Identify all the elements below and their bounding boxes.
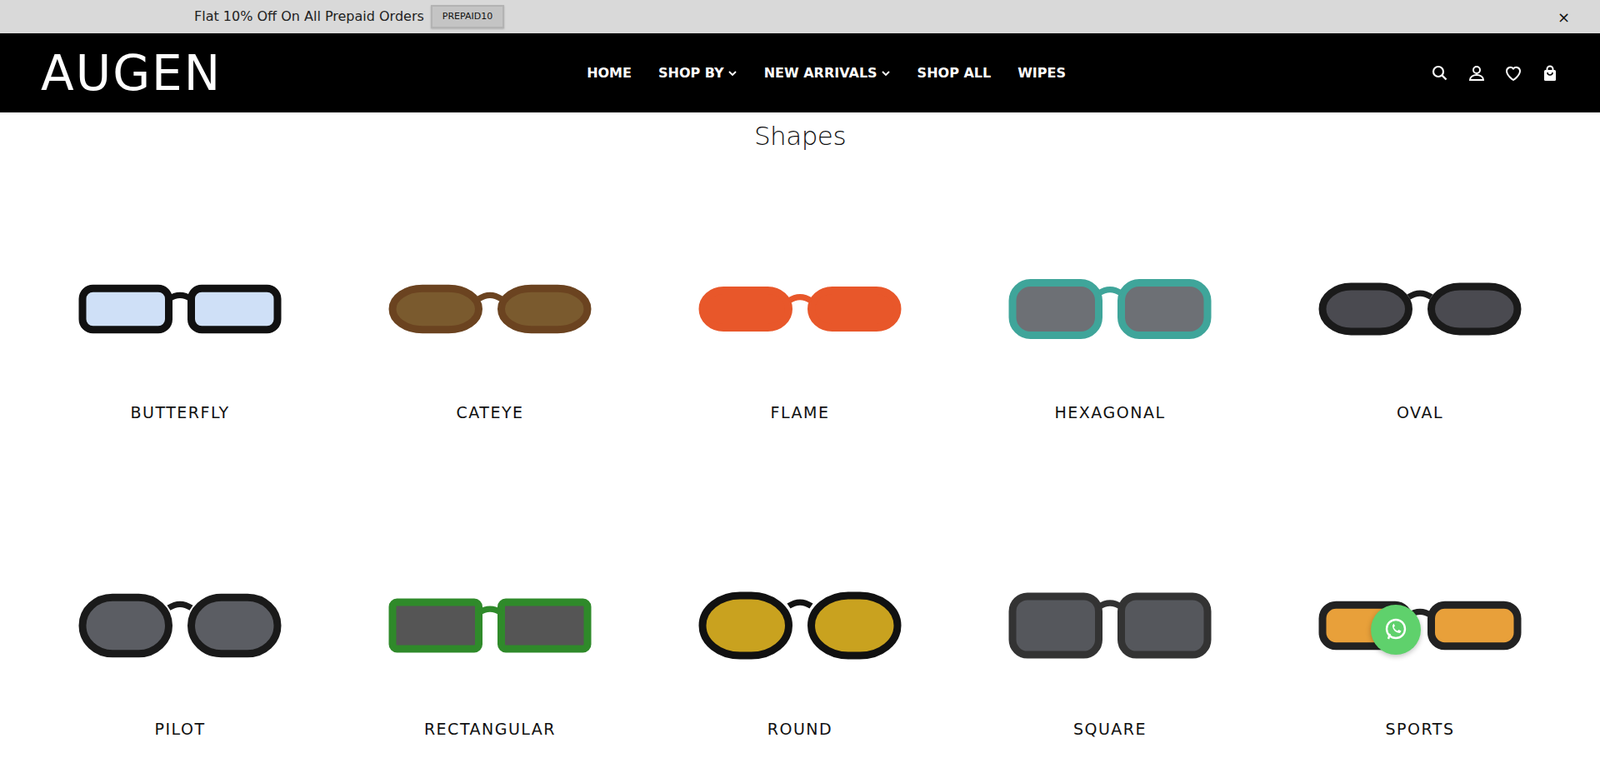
shape-label: FLAME [770, 400, 830, 425]
shape-card[interactable]: BUTTERFLY [25, 171, 335, 489]
page-heading: Shapes [0, 120, 1600, 152]
close-button[interactable]: × [1552, 5, 1575, 30]
shape-label: BUTTERFLY [130, 400, 230, 425]
sunglasses-image [335, 171, 645, 368]
sunglasses-image [955, 488, 1265, 685]
nav-label: SHOP ALL [917, 63, 992, 84]
shape-label: SQUARE [1073, 717, 1147, 742]
search-icon[interactable] [1430, 64, 1450, 83]
chevron-down-icon [727, 68, 738, 79]
user-icon[interactable] [1467, 64, 1486, 83]
announcement-bar: Flat 10% Off On All Prepaid OrdersPREPAI… [0, 0, 1600, 34]
shape-grid: BUTTERFLY CATEYE FLAME HEXAGONAL OVAL PILOT RE… [0, 171, 1600, 758]
sunglasses-image [645, 171, 955, 368]
heart-icon[interactable] [1504, 64, 1523, 83]
shape-label: SPORTS [1385, 717, 1455, 742]
nav-label: HOME [586, 63, 632, 84]
shape-card[interactable]: HEXAGONAL [955, 171, 1265, 489]
nav-menu: HOME SHOP BY NEW ARRIVALS SHOP ALL WIPES [586, 63, 1066, 84]
chevron-down-icon [880, 68, 891, 79]
bag-icon[interactable] [1540, 64, 1560, 83]
nav-icons [1430, 64, 1560, 83]
shape-label: CATEYE [455, 400, 524, 425]
whatsapp-icon[interactable] [1370, 605, 1421, 655]
nav-link[interactable]: SHOP BY [658, 63, 738, 84]
sunglasses-image [25, 171, 335, 368]
sunglasses-image [645, 488, 955, 685]
nav-link[interactable]: SHOP ALL [917, 63, 992, 84]
shape-label: ROUND [767, 717, 833, 742]
nav-link[interactable]: WIPES [1017, 63, 1066, 84]
shape-card[interactable]: FLAME [645, 171, 955, 489]
shape-card[interactable]: ROUND [645, 488, 955, 758]
shape-label: RECTANGULAR [424, 717, 556, 742]
coupon-code[interactable]: PREPAID10 [430, 5, 505, 30]
shape-card[interactable]: CATEYE [335, 171, 645, 489]
shape-label: PILOT [154, 717, 205, 742]
sunglasses-image [335, 488, 645, 685]
shape-card[interactable]: RECTANGULAR [335, 488, 645, 758]
shape-card[interactable]: OVAL [1265, 171, 1575, 489]
nav-link[interactable]: HOME [586, 63, 632, 84]
announcement-text: Flat 10% Off On All Prepaid Orders [194, 6, 425, 27]
nav-label: WIPES [1017, 63, 1066, 84]
sunglasses-image [955, 171, 1265, 368]
sunglasses-image [1265, 488, 1575, 685]
shape-label: OVAL [1396, 400, 1444, 425]
nav-label: SHOP BY [658, 63, 725, 84]
nav-link[interactable]: NEW ARRIVALS [764, 63, 891, 84]
sunglasses-image [25, 488, 335, 685]
shape-label: HEXAGONAL [1055, 400, 1166, 425]
shape-card[interactable]: PILOT [25, 488, 335, 758]
logo[interactable]: AUGEN [40, 49, 222, 98]
main-navbar: AUGEN HOME SHOP BY NEW ARRIVALS SHOP ALL WIPE… [0, 33, 1600, 113]
sunglasses-image [1265, 171, 1575, 368]
shape-card[interactable]: SQUARE [955, 488, 1265, 758]
announcement: Flat 10% Off On All Prepaid OrdersPREPAI… [0, 5, 505, 30]
nav-label: NEW ARRIVALS [764, 63, 878, 84]
